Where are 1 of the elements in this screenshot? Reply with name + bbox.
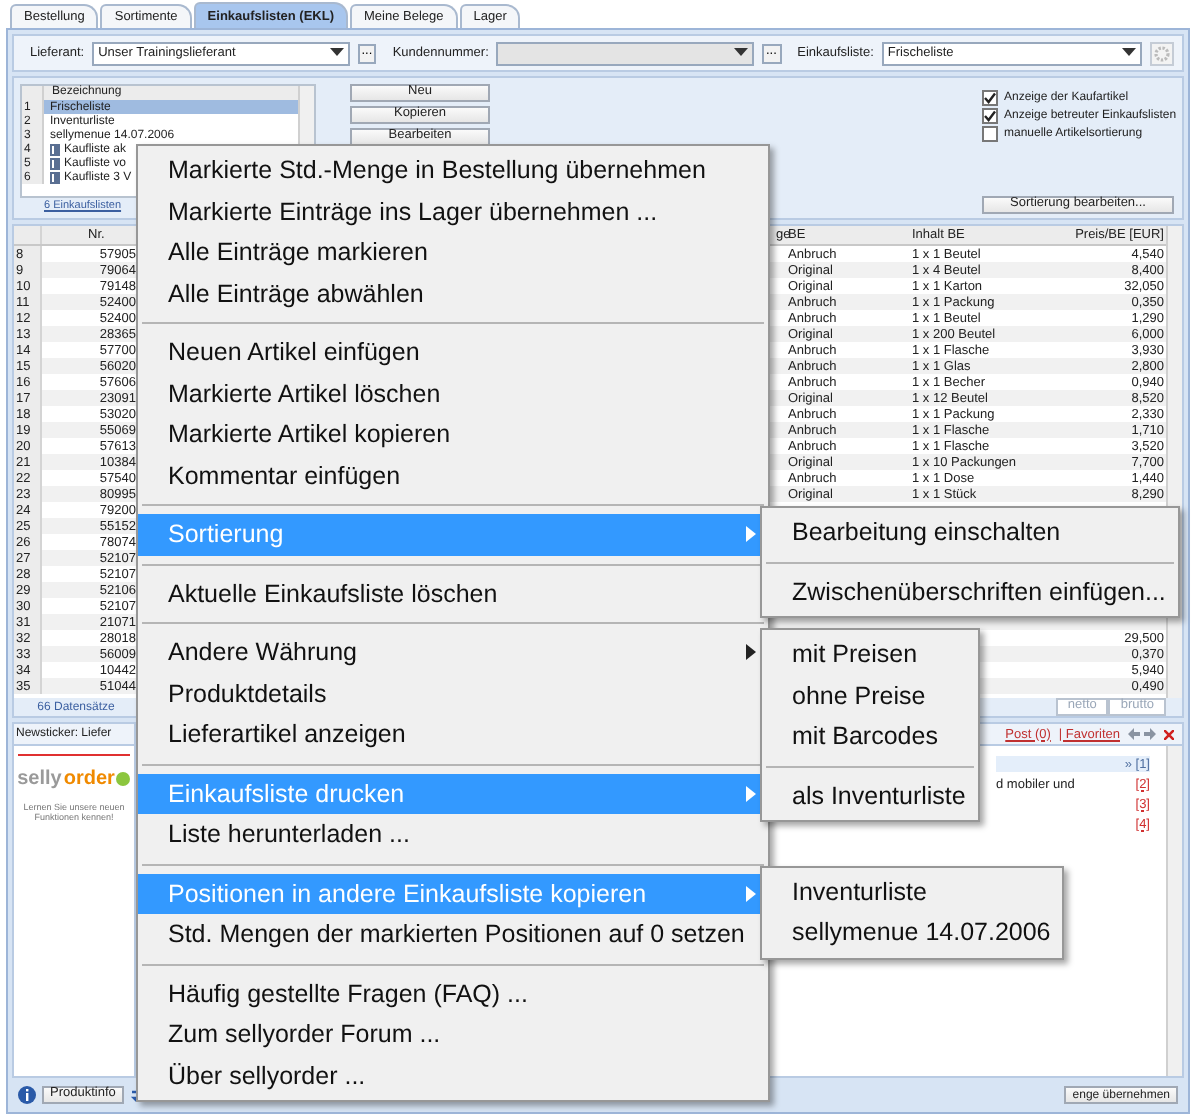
logo: sellyorder — [17, 768, 131, 790]
